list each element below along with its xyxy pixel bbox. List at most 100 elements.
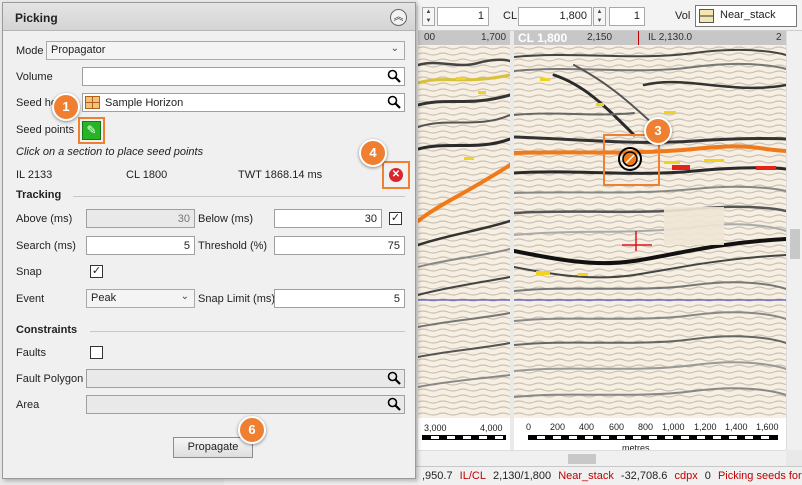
picking-panel-header: Picking ︽ [3, 3, 415, 31]
seed-horizon-field[interactable]: Sample Horizon [82, 93, 405, 112]
volume-select-value: Near_stack [720, 9, 776, 21]
scale-tick: 1,200 [694, 422, 717, 432]
below-value: 30 [364, 213, 377, 225]
threshold-label: Threshold (%) [198, 240, 268, 252]
scale-tick: 600 [609, 422, 625, 432]
volume-field[interactable] [82, 67, 405, 86]
picking-panel: Picking ︽ Mode Propagator ⌄ Volume Seed … [2, 2, 416, 479]
volume-select[interactable]: Near_stack [695, 5, 797, 27]
callout-badge-4: 4 [359, 139, 387, 167]
event-select[interactable]: Peak ⌄ [86, 289, 195, 308]
instruction-text: Click on a section to place seed points [16, 146, 204, 158]
cl-readout: CL 1800 [126, 169, 168, 181]
fault-polygon-label: Fault Polygon [16, 373, 84, 385]
crossline-section-pane[interactable]: CL 1,800 2,150 IL 2,130.0 2 0 200 400 60… [514, 31, 786, 466]
snap-label: Snap [16, 266, 42, 278]
il-spin-arrows[interactable]: ▲ ▼ [422, 7, 435, 26]
status-ilcl-value: 2,130/1,800 [493, 470, 552, 482]
area-label: Area [16, 399, 40, 411]
scale-tick: 0 [526, 422, 532, 432]
search-input[interactable]: 5 [86, 236, 195, 255]
below-input[interactable]: 30 [274, 209, 382, 228]
status-volume-value: -32,708.6 [620, 470, 668, 482]
horizontal-scrollbar[interactable] [418, 450, 786, 466]
search-label: Search (ms) [16, 240, 76, 252]
threshold-value: 75 [387, 240, 400, 252]
status-volume-name: Near_stack [558, 470, 614, 482]
inline-header-tick: 00 [424, 32, 436, 43]
status-cdpx-value: 0 [704, 470, 711, 482]
inline-section-pane[interactable]: 00 1,700 3,000 4,000 [418, 31, 510, 466]
callout-badge-1: 1 [52, 93, 80, 121]
current-inline-marker [638, 31, 639, 45]
horizon-grid-icon [85, 96, 100, 109]
search-icon[interactable] [387, 95, 401, 109]
horizontal-scroll-thumb[interactable] [568, 454, 596, 464]
scale-tick: 1,600 [756, 422, 779, 432]
constraints-divider [90, 331, 405, 332]
cl-spin-arrows[interactable]: ▲ ▼ [593, 7, 606, 26]
status-cdpx-label: cdpx [674, 470, 698, 482]
search-icon[interactable] [387, 397, 401, 411]
seed-point-marker-icon[interactable] [617, 146, 643, 172]
status-ilcl-label: IL/CL [459, 470, 486, 482]
panel-title: Picking [15, 11, 58, 25]
crossline-header-tick: 2 [776, 32, 782, 43]
status-coord: ,950.7 [422, 470, 453, 482]
vertical-scrollbar[interactable] [786, 31, 802, 450]
scale-tick: 1,400 [725, 422, 748, 432]
twt-readout: TWT 1868.14 ms [238, 169, 323, 181]
event-label: Event [16, 293, 45, 305]
inline-header-tick: 1,700 [481, 32, 507, 43]
il-readout: IL 2133 [16, 169, 53, 181]
inline-scale-ruler [422, 435, 506, 440]
crossline-scale-ruler [528, 435, 778, 440]
scale-tick: 800 [638, 422, 654, 432]
scale-tick: 1,000 [662, 422, 685, 432]
il-step-input[interactable]: 1 [437, 7, 489, 26]
clear-seeds-highlight [382, 161, 410, 189]
fault-polygon-field[interactable] [86, 369, 405, 388]
callout-badge-6: 6 [238, 416, 266, 444]
mode-select[interactable]: Propagator ⌄ [46, 41, 405, 60]
faults-checkbox[interactable] [90, 346, 103, 359]
seed-points-highlight [78, 117, 105, 144]
above-input[interactable]: 30 [86, 209, 195, 228]
search-icon[interactable] [387, 69, 401, 83]
mode-select-value: Propagator [51, 44, 106, 56]
area-field[interactable] [86, 395, 405, 414]
mode-label: Mode [16, 45, 44, 57]
cl-input[interactable]: 1,800 [518, 7, 592, 26]
above-label: Above (ms) [16, 213, 73, 225]
snap-limit-value: 5 [393, 293, 400, 305]
vertical-scroll-thumb[interactable] [790, 229, 800, 259]
snap-limit-input[interactable]: 5 [274, 289, 405, 308]
chevron-down-icon: ⌄ [180, 291, 189, 302]
volume-label: Volume [16, 71, 53, 83]
seed-horizon-label: Seed ho [16, 97, 57, 109]
seed-points-label: Seed points [16, 124, 75, 136]
search-value: 5 [183, 240, 190, 252]
faults-label: Faults [16, 347, 46, 359]
constraints-section-title: Constraints [16, 324, 78, 336]
cl-step-input[interactable]: 1 [609, 7, 645, 26]
tracking-divider [73, 196, 405, 197]
above-value: 30 [177, 213, 190, 225]
snap-limit-label: Snap Limit (ms) [198, 293, 276, 305]
snap-checkbox[interactable]: ✓ [90, 265, 103, 278]
cl-label: CL [503, 10, 518, 22]
callout-badge-3: 3 [644, 117, 672, 145]
inline-section-header: 00 1,700 [418, 31, 510, 45]
crossline-seismic-image[interactable] [514, 45, 786, 418]
crossline-section-header: CL 1,800 2,150 IL 2,130.0 2 [514, 31, 786, 45]
chevron-down-icon: ⌄ [390, 43, 399, 54]
below-label: Below (ms) [198, 213, 254, 225]
inline-seismic-image[interactable] [418, 45, 510, 418]
scale-tick: 400 [579, 422, 595, 432]
below-checkbox[interactable]: ✓ [389, 212, 402, 225]
tracking-section-title: Tracking [16, 189, 62, 201]
search-icon[interactable] [387, 371, 401, 385]
collapse-panel-button[interactable]: ︽ [390, 9, 407, 26]
propagate-button[interactable]: Propagate [173, 437, 253, 458]
threshold-input[interactable]: 75 [274, 236, 405, 255]
